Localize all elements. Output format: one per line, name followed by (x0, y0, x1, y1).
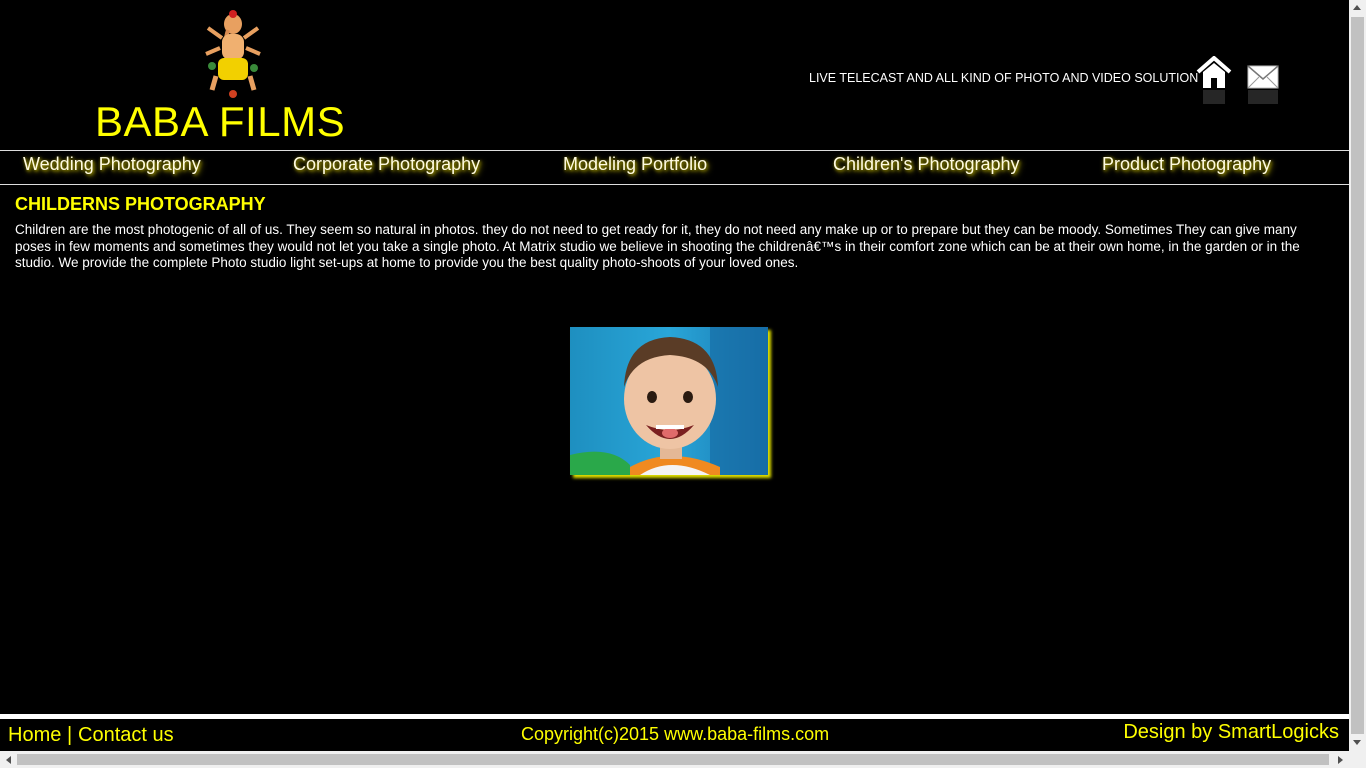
footer: Home | Contact us Copyright(c)2015 www.b… (0, 719, 1349, 751)
nav-modeling-portfolio[interactable]: Modeling Portfolio (563, 154, 707, 175)
nav-wedding-photography[interactable]: Wedding Photography (23, 154, 201, 175)
copyright-text: Copyright(c)2015 www.baba-films.com (521, 724, 830, 744)
home-icon[interactable] (1196, 55, 1232, 108)
vertical-scrollbar-thumb[interactable] (1351, 17, 1364, 734)
scroll-down-arrow-icon[interactable] (1353, 740, 1361, 745)
main-nav: Wedding Photography Corporate Photograph… (0, 150, 1349, 185)
nav-product-photography[interactable]: Product Photography (1102, 154, 1271, 175)
footer-contact-link[interactable]: Contact us (78, 724, 174, 747)
footer-separator: | (67, 724, 73, 746)
scroll-up-arrow-icon[interactable] (1353, 5, 1361, 10)
page-description: Children are the most photogenic of all … (15, 222, 1300, 270)
tagline: LIVE TELECAST AND ALL KIND OF PHOTO AND … (809, 71, 1199, 85)
site-title: BABA FILMS (95, 98, 346, 145)
scroll-left-arrow-icon[interactable] (6, 756, 11, 764)
nav-corporate-photography[interactable]: Corporate Photography (293, 154, 480, 175)
design-credit: Design by SmartLogicks (1123, 721, 1339, 743)
footer-home-link[interactable]: Home (8, 724, 61, 747)
page: BABA FILMS LIVE TELECAST AND ALL KIND OF… (0, 0, 1349, 751)
horizontal-scrollbar-thumb[interactable] (17, 754, 1329, 765)
ganesha-logo-icon (202, 4, 264, 100)
scroll-right-arrow-icon[interactable] (1338, 756, 1343, 764)
child-photo (570, 327, 768, 475)
mail-icon[interactable] (1246, 62, 1280, 108)
nav-childrens-photography[interactable]: Children's Photography (833, 154, 1020, 175)
page-heading: CHILDERNS PHOTOGRAPHY (15, 194, 266, 214)
